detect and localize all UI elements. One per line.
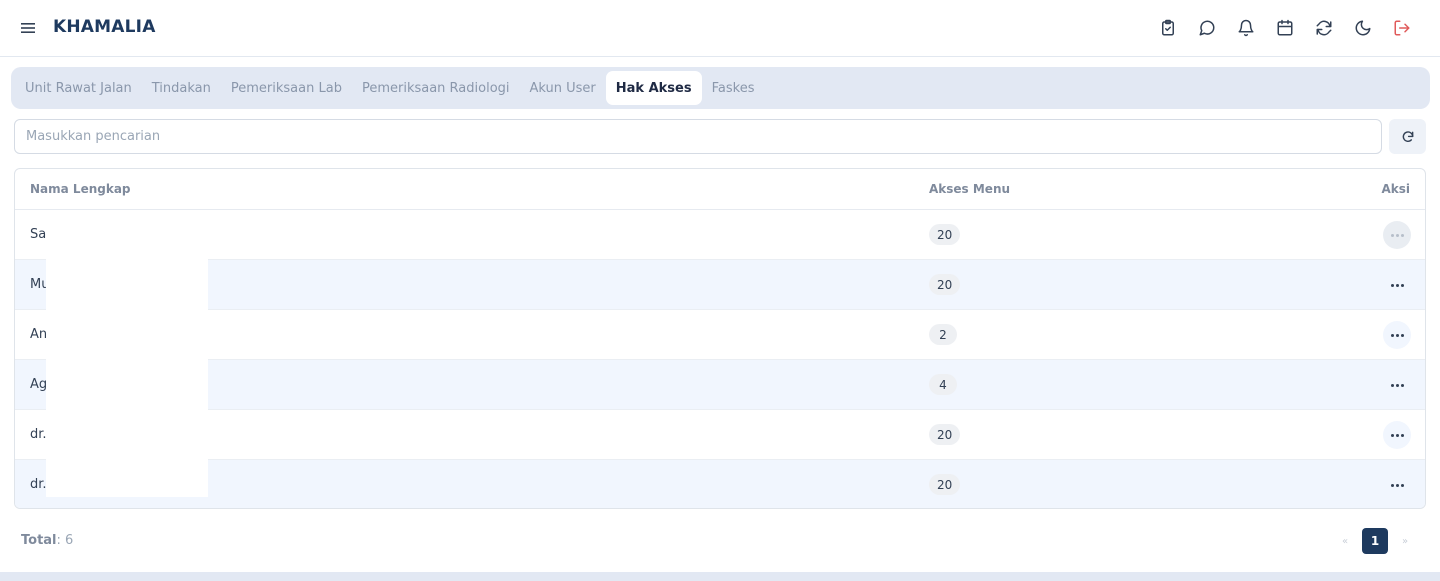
more-horizontal-icon	[1390, 233, 1404, 237]
column-header-menu: Akses Menu	[929, 182, 1011, 196]
row-actions-button[interactable]	[1383, 221, 1411, 249]
more-horizontal-icon	[1390, 283, 1404, 287]
sync-icon[interactable]	[1314, 16, 1334, 40]
more-horizontal-icon	[1390, 383, 1404, 387]
pagination: « 1 »	[1338, 528, 1412, 554]
refresh-button[interactable]	[1389, 119, 1426, 154]
row-actions-button[interactable]	[1383, 471, 1411, 499]
row-actions-button[interactable]	[1383, 421, 1411, 449]
more-horizontal-icon	[1390, 483, 1404, 487]
total-value: : 6	[56, 533, 74, 548]
menu-count-badge: 20	[929, 224, 961, 245]
column-header-name: Nama Lengkap	[30, 182, 131, 196]
total-count: Total: 6	[21, 533, 73, 548]
tab-bar: Unit Rawat Jalan Tindakan Pemeriksaan La…	[11, 67, 1430, 109]
hamburger-menu-icon[interactable]	[18, 18, 38, 38]
table-row: Sa 20	[15, 210, 1425, 260]
table-row: dr. 20	[15, 410, 1425, 460]
tab-akun-user[interactable]: Akun User	[520, 71, 606, 105]
table-header: Nama Lengkap Akses Menu Aksi	[15, 169, 1425, 210]
table-row: dr. 20	[15, 460, 1425, 508]
refresh-icon	[1402, 130, 1413, 142]
top-header: KHAMALIA	[0, 0, 1440, 57]
menu-count-badge: 2	[929, 324, 957, 345]
user-name: dr.	[30, 477, 47, 492]
menu-count-badge: 20	[929, 424, 961, 445]
tab-pemeriksaan-lab[interactable]: Pemeriksaan Lab	[221, 71, 352, 105]
calendar-icon[interactable]	[1275, 16, 1295, 40]
footer-strip	[0, 572, 1440, 581]
access-table: Nama Lengkap Akses Menu Aksi Sa 20 Mu 20…	[14, 168, 1426, 509]
tab-tindakan[interactable]: Tindakan	[142, 71, 221, 105]
menu-count-badge: 4	[929, 374, 957, 395]
menu-count-badge: 20	[929, 274, 961, 295]
menu-count-badge: 20	[929, 474, 961, 495]
table-row: Ag 4	[15, 360, 1425, 410]
tab-hak-akses[interactable]: Hak Akses	[605, 71, 702, 105]
pagination-next-icon[interactable]: »	[1398, 536, 1412, 547]
column-header-action: Aksi	[1381, 182, 1410, 196]
pagination-prev-icon[interactable]: «	[1338, 536, 1352, 547]
header-actions	[1158, 16, 1412, 40]
bell-icon[interactable]	[1236, 16, 1256, 40]
moon-icon[interactable]	[1353, 16, 1373, 40]
tab-unit-rawat-jalan[interactable]: Unit Rawat Jalan	[15, 71, 142, 105]
table-row: Mu 20	[15, 260, 1425, 310]
clipboard-check-icon[interactable]	[1158, 16, 1178, 40]
user-name: dr.	[30, 427, 47, 442]
user-name: Ag	[30, 377, 48, 392]
row-actions-button[interactable]	[1383, 271, 1411, 299]
row-actions-button[interactable]	[1383, 321, 1411, 349]
chat-bubble-icon[interactable]	[1197, 16, 1217, 40]
tab-faskes[interactable]: Faskes	[702, 71, 765, 105]
redaction-overlay	[46, 258, 208, 497]
user-name: An	[30, 327, 48, 342]
table-row: An 2	[15, 310, 1425, 360]
app-brand: KHAMALIA	[53, 17, 156, 37]
row-actions-button[interactable]	[1383, 371, 1411, 399]
search-input[interactable]	[14, 119, 1382, 154]
more-horizontal-icon	[1390, 333, 1404, 337]
logout-icon[interactable]	[1392, 16, 1412, 40]
tab-pemeriksaan-radiologi[interactable]: Pemeriksaan Radiologi	[352, 71, 520, 105]
more-horizontal-icon	[1390, 433, 1404, 437]
pagination-page-1[interactable]: 1	[1362, 528, 1388, 554]
user-name: Sa	[30, 227, 47, 242]
total-label: Total	[21, 533, 57, 548]
